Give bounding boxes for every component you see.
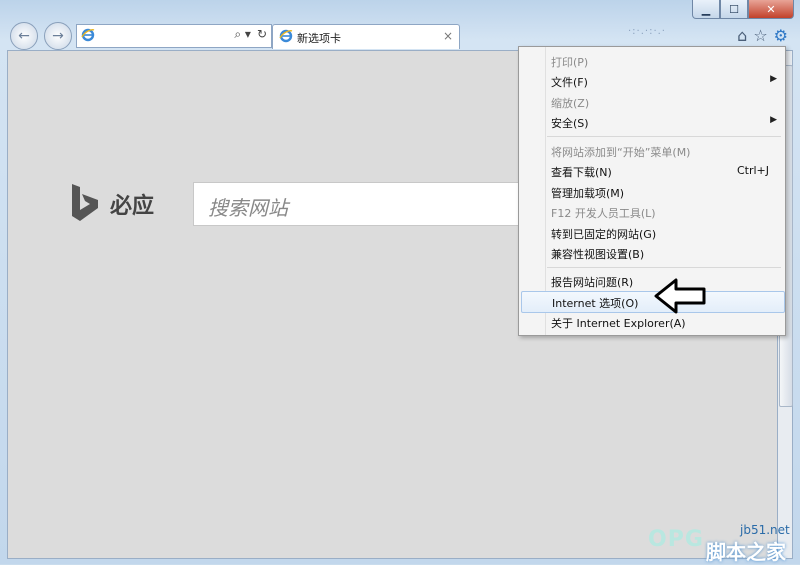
menu-item-add-to-start[interactable]: 将网站添加到“开始”菜单(M) bbox=[519, 141, 785, 161]
close-window-button[interactable]: ✕ bbox=[748, 0, 794, 19]
favorites-star-icon[interactable]: ☆ bbox=[753, 26, 767, 45]
menu-item-print[interactable]: 打印(P) bbox=[519, 51, 785, 71]
gear-icon[interactable]: ⚙ bbox=[774, 26, 788, 45]
menu-item-about-ie[interactable]: 关于 Internet Explorer(A) bbox=[519, 312, 785, 332]
tab-new-tab[interactable]: 新选项卡 × bbox=[272, 24, 460, 49]
menu-item-compat-view[interactable]: 兼容性视图设置(B) bbox=[519, 243, 785, 263]
menu-separator bbox=[547, 267, 781, 268]
menu-item-f12-tools[interactable]: F12 开发人员工具(L) bbox=[519, 202, 785, 222]
menu-item-file[interactable]: 文件(F) ▶ bbox=[519, 71, 785, 91]
pointing-arrow-icon bbox=[654, 278, 706, 314]
menu-separator bbox=[547, 136, 781, 137]
watermark-site: jb51.net bbox=[740, 523, 790, 537]
menu-item-zoom[interactable]: 缩放(Z) bbox=[519, 92, 785, 112]
address-bar[interactable]: ⌕ ▾ ↻ bbox=[76, 24, 272, 48]
forward-button[interactable]: → bbox=[44, 22, 72, 50]
back-arrow-icon: ← bbox=[18, 28, 30, 44]
toolbar-icons: ⌂ ☆ ⚙ bbox=[737, 26, 788, 45]
bing-brand-name: 必应 bbox=[110, 194, 155, 219]
bing-logo-icon bbox=[72, 184, 98, 221]
shortcut-label: Ctrl+J bbox=[736, 164, 769, 177]
ie-logo-icon bbox=[279, 29, 293, 43]
browser-window: ▁ ☐ ✕ ← → ⌕ ▾ ↻ 新选项卡 × ·:·.·:·.· ⌂ ☆ ⚙ 必… bbox=[0, 0, 800, 564]
back-button[interactable]: ← bbox=[10, 22, 38, 50]
search-input[interactable]: 搜索网站 bbox=[193, 182, 521, 226]
menu-item-safety[interactable]: 安全(S) ▶ bbox=[519, 112, 785, 132]
watermark-brand: 脚本之家 bbox=[706, 540, 786, 564]
home-icon[interactable]: ⌂ bbox=[737, 26, 747, 45]
menu-item-pinned-sites[interactable]: 转到已固定的网站(G) bbox=[519, 223, 785, 243]
submenu-arrow-icon: ▶ bbox=[770, 115, 777, 125]
submenu-arrow-icon: ▶ bbox=[770, 74, 777, 84]
refresh-icon[interactable]: ↻ bbox=[257, 27, 267, 42]
ie-logo-icon bbox=[81, 28, 95, 42]
tools-menu: 打印(P) 文件(F) ▶ 缩放(Z) 安全(S) ▶ 将网站添加到“开始”菜单(M… bbox=[518, 46, 786, 336]
forward-arrow-icon: → bbox=[52, 28, 64, 44]
tab-label: 新选项卡 bbox=[297, 32, 341, 45]
watermark-opg: OPG bbox=[648, 527, 704, 552]
window-controls: ▁ ☐ ✕ bbox=[692, 0, 794, 19]
menu-item-view-downloads[interactable]: 查看下载(N) Ctrl+J bbox=[519, 161, 785, 181]
close-tab-icon[interactable]: × bbox=[443, 29, 453, 43]
maximize-button[interactable]: ☐ bbox=[720, 0, 748, 19]
blurred-toolbar-text: ·:·.·:·.· bbox=[628, 26, 666, 37]
menu-item-internet-options[interactable]: Internet 选项(O) bbox=[521, 291, 785, 313]
minimize-button[interactable]: ▁ bbox=[692, 0, 720, 19]
menu-item-report-issue[interactable]: 报告网站问题(R) bbox=[519, 271, 785, 291]
search-dropdown-icon[interactable]: ⌕ ▾ bbox=[234, 27, 251, 42]
menu-item-manage-addons[interactable]: 管理加载项(M) bbox=[519, 182, 785, 202]
search-placeholder: 搜索网站 bbox=[208, 196, 288, 220]
